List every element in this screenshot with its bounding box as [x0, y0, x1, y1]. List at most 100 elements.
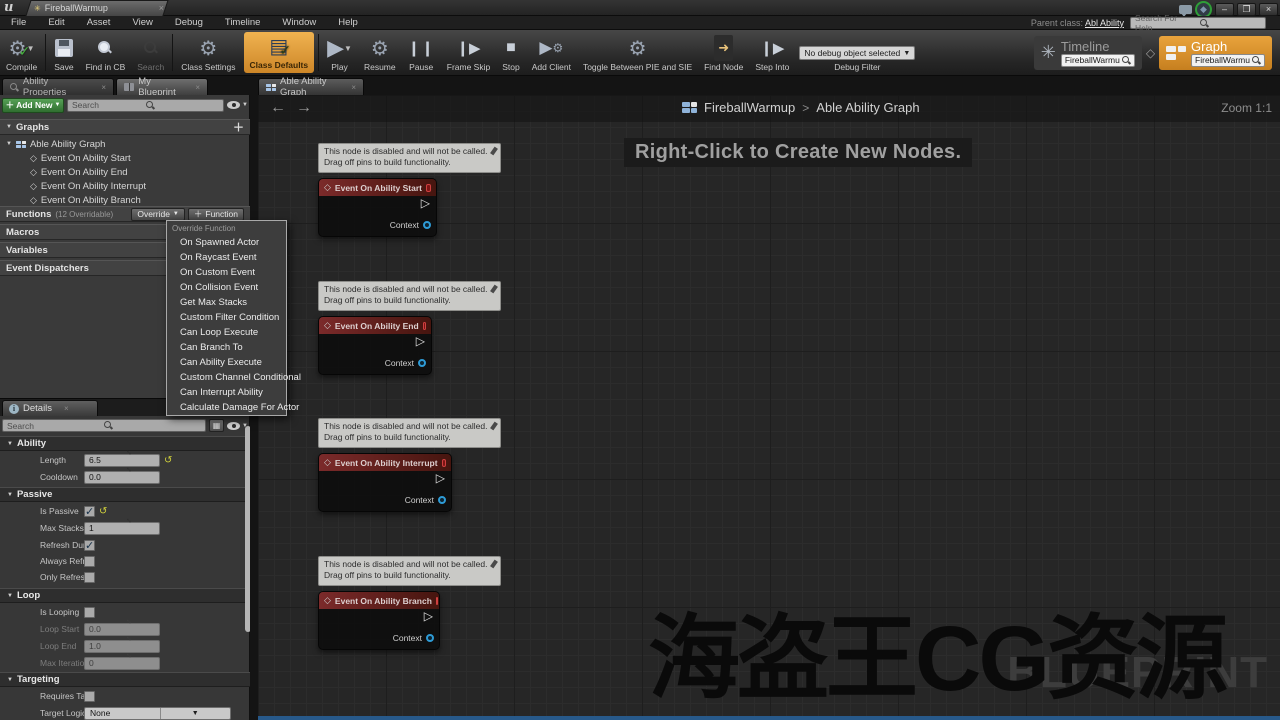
expander-icon[interactable]: ▼	[6, 141, 12, 147]
asset-tab-close-icon[interactable]: ×	[159, 3, 164, 13]
find-in-cb-button[interactable]: Find in CB	[80, 30, 132, 75]
context-output-pin[interactable]	[426, 634, 434, 642]
step-into-button[interactable]: ❙▶ Step Into	[749, 30, 795, 75]
menu-item-get-max-stacks[interactable]: Get Max Stacks	[167, 295, 286, 310]
target-logic-select[interactable]: None ▼	[84, 707, 231, 720]
tree-item-event-on-ability-interrupt[interactable]: ◇ Event On Ability Interrupt	[0, 179, 250, 193]
is-looping-checkbox[interactable]	[84, 607, 95, 618]
tab-my-blueprint[interactable]: My Blueprint ×	[116, 78, 208, 95]
exec-output-pin[interactable]: ▷	[436, 471, 445, 485]
tree-item-able-ability-graph[interactable]: ▼ Able Ability Graph	[0, 137, 250, 151]
maximize-button[interactable]: ❐	[1237, 3, 1256, 16]
graph-search-field[interactable]: FireballWarmu	[1191, 54, 1265, 67]
close-icon[interactable]: ×	[351, 83, 356, 92]
details-search-input[interactable]: Search	[2, 419, 206, 432]
chevron-down-icon[interactable]: ▼	[344, 44, 352, 53]
targeting-category-header[interactable]: ▼ Targeting	[0, 672, 250, 687]
menu-item-on-collision-event[interactable]: On Collision Event	[167, 280, 286, 295]
menu-item-on-raycast-event[interactable]: On Raycast Event	[167, 250, 286, 265]
menu-item-on-custom-event[interactable]: On Custom Event	[167, 265, 286, 280]
node-event-on-ability-start[interactable]: ◇Event On Ability Start ▷ Context	[318, 178, 437, 237]
passive-category-header[interactable]: ▼ Passive	[0, 487, 250, 502]
breadcrumb-root[interactable]: FireballWarmup	[704, 100, 795, 115]
menu-asset[interactable]: Asset	[76, 17, 122, 28]
tree-item-event-on-ability-branch[interactable]: ◇ Event On Ability Branch	[0, 193, 250, 207]
revert-icon[interactable]: ↺	[99, 506, 107, 517]
always-refresh-checkbox[interactable]	[84, 556, 95, 567]
menu-item-calculate-damage-for-actor[interactable]: Calculate Damage For Actor	[167, 400, 286, 415]
max-iterations-input[interactable]: 0↔	[84, 657, 160, 670]
requires-target-checkbox[interactable]	[84, 691, 95, 702]
menu-item-can-interrupt-ability[interactable]: Can Interrupt Ability	[167, 385, 286, 400]
pause-button[interactable]: ❙❙ Pause	[402, 30, 441, 75]
property-matrix-icon[interactable]: ▦	[209, 419, 224, 432]
toggle-pie-sie-button[interactable]: ⚙ Toggle Between PIE and SIE	[577, 30, 698, 75]
menu-help[interactable]: Help	[327, 17, 369, 28]
menu-item-can-loop-execute[interactable]: Can Loop Execute	[167, 325, 286, 340]
help-search-input[interactable]: Search For Help	[1130, 17, 1266, 29]
exec-output-pin[interactable]: ▷	[424, 609, 433, 623]
context-output-pin[interactable]	[418, 359, 426, 367]
menu-item-custom-filter-condition[interactable]: Custom Filter Condition	[167, 310, 286, 325]
graph-mode-button[interactable]: Graph FireballWarmu	[1159, 36, 1272, 70]
close-icon[interactable]: ×	[195, 83, 200, 92]
graph-editor-canvas[interactable]: ← → FireballWarmup > Able Ability Graph …	[258, 95, 1280, 720]
context-output-pin[interactable]	[423, 221, 431, 229]
find-node-button[interactable]: ➜ Find Node	[698, 30, 749, 75]
menu-item-can-ability-execute[interactable]: Can Ability Execute	[167, 355, 286, 370]
loop-category-header[interactable]: ▼ Loop	[0, 588, 250, 603]
search-button[interactable]: Search	[131, 30, 170, 75]
tab-able-ability-graph[interactable]: Able Ability Graph ×	[258, 78, 364, 95]
class-settings-button[interactable]: ⚙ Class Settings	[175, 30, 241, 75]
exec-output-pin[interactable]: ▷	[421, 196, 430, 210]
tree-item-event-on-ability-end[interactable]: ◇ Event On Ability End	[0, 165, 250, 179]
add-function-button[interactable]: ＋ Function	[188, 208, 244, 221]
tab-ability-properties[interactable]: Ability Properties ×	[2, 78, 114, 95]
view-options-button[interactable]: ▼	[227, 101, 248, 109]
menu-item-on-spawned-actor[interactable]: On Spawned Actor	[167, 235, 286, 250]
timeline-mode-button[interactable]: ✳ Timeline FireballWarmu	[1034, 36, 1142, 70]
override-dropdown-button[interactable]: Override ▼	[131, 208, 185, 221]
minimize-button[interactable]: –	[1215, 3, 1234, 16]
exec-output-pin[interactable]: ▷	[416, 334, 425, 348]
nav-back-button[interactable]: ←	[270, 99, 286, 117]
breadcrumb-current[interactable]: Able Ability Graph	[816, 100, 919, 115]
graphs-section-header[interactable]: ▼ Graphs ＋	[0, 119, 250, 135]
compile-button[interactable]: ⚙✓▼ Compile	[0, 30, 43, 75]
add-new-button[interactable]: ＋ Add New ▼	[2, 98, 64, 113]
length-input[interactable]: 6.5↔	[84, 454, 160, 467]
loop-start-input[interactable]: 0.0↔	[84, 623, 160, 636]
node-event-on-ability-end[interactable]: ◇Event On Ability End ▷ Context	[318, 316, 432, 375]
blueprint-search-input[interactable]: Search	[67, 99, 224, 112]
menu-timeline[interactable]: Timeline	[214, 17, 272, 28]
context-output-pin[interactable]	[438, 496, 446, 504]
add-graph-button[interactable]: ＋	[233, 119, 244, 135]
node-event-on-ability-interrupt[interactable]: ◇Event On Ability Interrupt ▷ Context	[318, 453, 452, 512]
menu-view[interactable]: View	[121, 17, 163, 28]
frame-skip-button[interactable]: ❙▶ Frame Skip	[441, 30, 496, 75]
cooldown-input[interactable]: 0.0↔	[84, 471, 160, 484]
loop-end-input[interactable]: 1.0↔	[84, 640, 160, 653]
menu-edit[interactable]: Edit	[37, 17, 75, 28]
timeline-search-field[interactable]: FireballWarmu	[1061, 54, 1135, 67]
node-event-on-ability-branch[interactable]: ◇Event On Ability Branch ▷ Context	[318, 591, 440, 650]
revert-icon[interactable]: ↺	[164, 455, 172, 466]
debug-object-select[interactable]: No debug object selected ▼	[799, 46, 915, 60]
asset-tab[interactable]: ✳ FireballWarmup ×	[34, 1, 174, 15]
menu-item-custom-channel-conditional[interactable]: Custom Channel Conditional	[167, 370, 286, 385]
tab-details[interactable]: i Details ×	[2, 400, 98, 416]
play-button[interactable]: ▶▼ Play	[321, 30, 358, 75]
close-icon[interactable]: ×	[64, 404, 69, 413]
tree-item-event-on-ability-start[interactable]: ◇ Event On Ability Start	[0, 151, 250, 165]
is-passive-checkbox[interactable]	[84, 506, 95, 517]
close-icon[interactable]: ×	[101, 83, 106, 92]
class-defaults-button[interactable]: ▤✓ Class Defaults	[244, 32, 315, 73]
menu-item-can-branch-to[interactable]: Can Branch To	[167, 340, 286, 355]
nav-forward-button[interactable]: →	[296, 99, 312, 117]
menu-window[interactable]: Window	[271, 17, 327, 28]
parent-class-link[interactable]: Abl Ability	[1085, 18, 1124, 28]
save-button[interactable]: Save	[48, 30, 79, 75]
add-client-button[interactable]: ▶⚙ Add Client	[526, 30, 577, 75]
only-refresh-loop-checkbox[interactable]	[84, 572, 95, 583]
refresh-duration-checkbox[interactable]	[84, 540, 95, 551]
